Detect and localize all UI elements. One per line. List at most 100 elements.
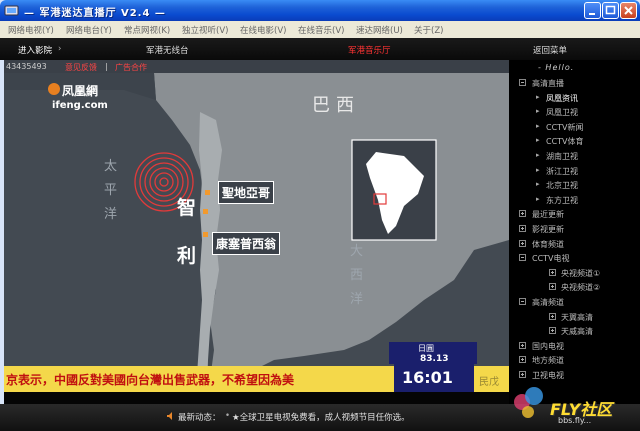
channel-item[interactable]: ▸ 北京卫视 (509, 179, 640, 193)
minimize-icon (589, 13, 595, 15)
separator: | (105, 62, 108, 71)
channel-item[interactable]: ▸ 凤凰卫视 (509, 106, 640, 120)
expand-icon[interactable] (549, 327, 556, 335)
channel-item[interactable]: 地方频道 (509, 354, 640, 368)
map-label-atlantic-2: 西 (350, 268, 364, 283)
channel-item-label: 天威高清 (561, 327, 593, 337)
close-icon (624, 6, 633, 15)
channel-item-label: CCTV新闻 (546, 122, 584, 132)
butterfly-logo-icon (514, 387, 543, 418)
channel-item-label: 凤凰资讯 (546, 93, 578, 103)
map-label-pacific-3: 洋 (104, 207, 118, 222)
channel-item[interactable]: ▸ 东方卫视 (509, 194, 640, 208)
channel-item[interactable]: ▸ 湖南卫视 (509, 150, 640, 164)
menu-online-music[interactable]: 在线音乐(V) (298, 24, 344, 36)
channel-item-label: 凤凰卫视 (546, 108, 578, 118)
channel-item[interactable]: ▸ 凤凰资讯 (509, 92, 640, 106)
menu-common-sites[interactable]: 常点网视(K) (124, 24, 170, 36)
channel-item[interactable]: 最近更新 (509, 208, 640, 222)
channel-item[interactable]: ▸ CCTV新闻 (509, 121, 640, 135)
back-to-menu-button[interactable]: 返回菜单 (533, 44, 567, 56)
nav-bar: 进入影院 › 军港无线台 军港音乐厅 返回菜单 (0, 38, 640, 60)
map-label-chile-1: 智 (177, 197, 197, 219)
channel-item-label: 央视频道② (561, 283, 601, 293)
map-label-atlantic-1: 大 (350, 244, 364, 259)
channel-item[interactable]: ▸ CCTV体育 (509, 135, 640, 149)
sidebar-greeting: - Hello. (538, 63, 575, 72)
channel-item[interactable]: 央视频道① (509, 267, 640, 281)
status-message: ★全球卫星电视免费看，成人视频节目任你选。 (232, 413, 410, 423)
channel-item[interactable]: 影视更新 (509, 223, 640, 237)
map-label-pacific-2: 平 (104, 183, 118, 198)
music-hall-tab[interactable]: 军港音乐厅 (348, 44, 391, 56)
video-player[interactable]: 43435493 意见反馈 | 广告合作 凤凰網 ifeng.com 巴西 太 … (4, 60, 509, 404)
window-title: — 军港迷达直播厅 V2.4 — (24, 8, 166, 19)
channel-item[interactable]: 国内电视 (509, 340, 640, 354)
feedback-link[interactable]: 意见反馈 (65, 62, 97, 73)
map-label-atlantic-3: 洋 (350, 292, 364, 307)
channel-item[interactable]: ▸ 浙江卫视 (509, 165, 640, 179)
market-label: 日圓 (418, 344, 434, 353)
channel-item-label: 影视更新 (532, 225, 564, 234)
status-bar: 最新动态： • ★全球卫星电视免费看，成人视频节目任你选。 FLY社区 bbs.… (0, 387, 640, 431)
menu-about[interactable]: 关于(Z) (414, 24, 443, 36)
channel-item-label: 地方频道 (532, 356, 564, 366)
channel-arrow-icon: ▸ (536, 136, 540, 145)
channel-item-label: 最近更新 (532, 210, 564, 220)
channel-item[interactable]: CCTV电视 (509, 252, 640, 266)
channel-item-label: 高清直播 (532, 79, 564, 88)
maximize-icon (605, 5, 616, 15)
news-ticker: 京表示，中國反對美國向台灣出售武器，不希望因為美 (6, 373, 295, 387)
channel-arrow-icon: ▸ (536, 92, 540, 101)
channel-item[interactable]: 央视频道② (509, 281, 640, 295)
broadcast-clock: 16:01 (402, 368, 453, 387)
viewer-counter: 43435493 (6, 62, 47, 71)
expand-icon[interactable] (519, 239, 526, 247)
channel-arrow-icon: ▸ (536, 121, 540, 130)
menu-network-tv[interactable]: 网络电视(Y) (8, 24, 54, 36)
menu-online-movies[interactable]: 在线电影(V) (240, 24, 286, 36)
watermark-url: bbs.fly... (558, 416, 592, 425)
news-ticker-tail: 民戊 (479, 377, 499, 388)
expand-icon[interactable] (519, 210, 526, 218)
expand-icon[interactable] (519, 341, 526, 349)
market-value: 83.13 (420, 354, 449, 364)
channel-item[interactable]: 天翼高清 (509, 311, 640, 325)
enter-cinema-arrow-icon: › (58, 44, 62, 54)
expand-icon[interactable] (549, 312, 556, 320)
ad-cooperation-link[interactable]: 广告合作 (115, 62, 147, 73)
enter-cinema-button[interactable]: 进入影院 (18, 44, 52, 56)
title-bar: — 军港迷达直播厅 V2.4 — (0, 0, 640, 21)
menu-independent[interactable]: 独立视听(V) (182, 24, 228, 36)
channel-item[interactable]: 高清频道 (509, 296, 640, 310)
maximize-button[interactable] (602, 2, 619, 19)
collapse-icon[interactable] (519, 79, 526, 86)
separator-icon: • (225, 411, 231, 421)
menu-bar: 网络电视(Y) 网络电台(Y) 常点网视(K) 独立视听(V) 在线电影(V) … (0, 21, 640, 39)
channel-item-label: CCTV电视 (532, 254, 570, 264)
menu-speed-network[interactable]: 速达网络(U) (356, 24, 403, 36)
channel-arrow-icon: ▸ (536, 180, 540, 189)
channel-item-label: CCTV体育 (546, 137, 584, 147)
channel-item-label: 央视频道① (561, 268, 601, 278)
channel-item[interactable]: 高清直播 (509, 77, 640, 91)
minimize-button[interactable] (584, 2, 601, 19)
fly-watermark: FLY社区 bbs.fly... (512, 374, 640, 431)
city-label-santiago: 聖地亞哥 (218, 181, 275, 204)
map-label-pacific-1: 太 (104, 159, 118, 174)
expand-icon[interactable] (549, 268, 556, 276)
channel-item[interactable]: 天威高清 (509, 325, 640, 339)
channel-item-label: 东方卫视 (546, 195, 578, 205)
collapse-icon[interactable] (519, 254, 526, 262)
collapse-icon[interactable] (519, 298, 526, 305)
channel-item[interactable]: 体育频道 (509, 238, 640, 252)
channel-item-label: 湖南卫视 (546, 152, 578, 161)
close-button[interactable] (620, 2, 637, 19)
menu-network-radio[interactable]: 网络电台(Y) (66, 24, 112, 36)
expand-icon[interactable] (519, 225, 526, 232)
ifeng-logo-url: ifeng.com (52, 100, 108, 111)
radio-tab[interactable]: 军港无线台 (146, 44, 189, 56)
city-label-concepcion: 康塞普西翁 (212, 232, 281, 255)
expand-icon[interactable] (549, 283, 556, 291)
expand-icon[interactable] (519, 356, 526, 364)
